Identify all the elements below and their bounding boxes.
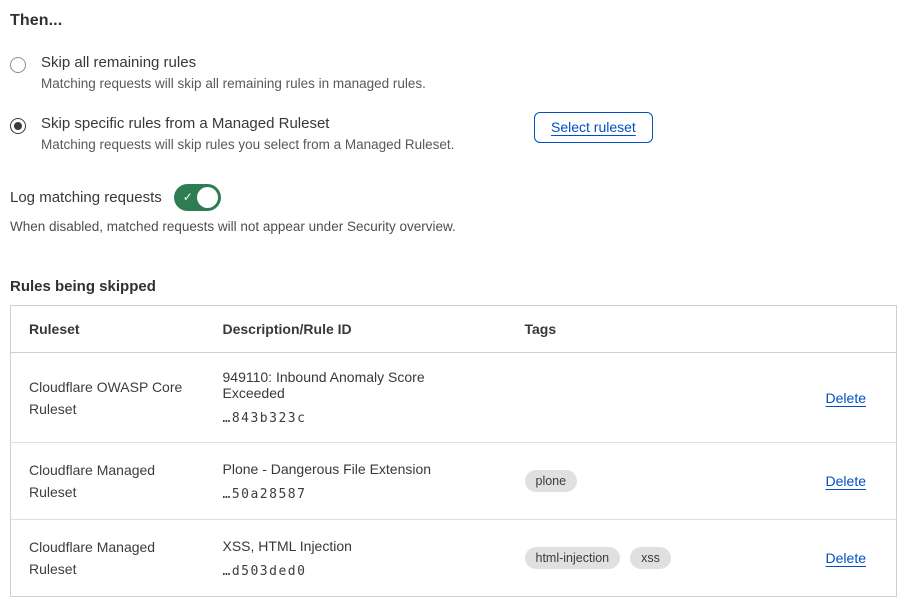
row-description: 949110: Inbound Anomaly Score Exceeded xyxy=(223,369,489,401)
select-ruleset-button[interactable]: Select ruleset xyxy=(534,112,653,143)
check-icon: ✓ xyxy=(183,189,193,205)
option-skip-specific-description: Matching requests will skip rules you se… xyxy=(41,137,493,152)
rules-being-skipped-table: Ruleset Description/Rule ID Tags Cloudfl… xyxy=(10,305,897,597)
option-skip-specific-label[interactable]: Skip specific rules from a Managed Rules… xyxy=(41,115,493,132)
row-description: XSS, HTML Injection xyxy=(223,538,489,554)
radio-skip-all-rules[interactable] xyxy=(10,57,26,73)
row-rule-id: …50a28587 xyxy=(223,487,489,502)
tag-pill: plone xyxy=(525,470,578,492)
row-tags: html-injection xss xyxy=(525,547,759,569)
log-toggle-description: When disabled, matched requests will not… xyxy=(10,219,897,234)
option-skip-specific-rules: Skip specific rules from a Managed Rules… xyxy=(10,115,897,152)
rules-table-heading: Rules being skipped xyxy=(10,278,897,295)
table-row: Cloudflare Managed Ruleset Plone - Dange… xyxy=(11,443,897,520)
waf-rule-editor: Then... Skip all remaining rules Matchin… xyxy=(0,0,911,597)
row-description: Plone - Dangerous File Extension xyxy=(223,461,489,477)
table-row: Cloudflare OWASP Core Ruleset 949110: In… xyxy=(11,353,897,443)
row-rule-id: …d503ded0 xyxy=(223,564,489,579)
column-header-ruleset: Ruleset xyxy=(11,306,205,353)
table-header-row: Ruleset Description/Rule ID Tags xyxy=(11,306,897,353)
option-skip-all-label[interactable]: Skip all remaining rules xyxy=(41,54,426,71)
column-header-tags: Tags xyxy=(507,306,777,353)
row-ruleset: Cloudflare Managed Ruleset xyxy=(29,459,187,503)
log-matching-requests-label: Log matching requests xyxy=(10,189,162,206)
row-rule-id: …843b323c xyxy=(223,411,489,426)
column-header-description: Description/Rule ID xyxy=(205,306,507,353)
tag-pill: xss xyxy=(630,547,671,569)
then-heading: Then... xyxy=(10,12,897,30)
table-row: Cloudflare Managed Ruleset XSS, HTML Inj… xyxy=(11,520,897,597)
log-matching-requests-row: Log matching requests ✓ xyxy=(10,184,897,211)
column-header-action xyxy=(777,306,897,353)
radio-skip-specific-rules[interactable] xyxy=(10,118,26,134)
rules-table-body: Cloudflare OWASP Core Ruleset 949110: In… xyxy=(11,353,897,597)
delete-link[interactable]: Delete xyxy=(826,473,866,489)
delete-link[interactable]: Delete xyxy=(826,390,866,406)
tag-pill: html-injection xyxy=(525,547,621,569)
toggle-knob xyxy=(197,187,218,208)
row-tags: plone xyxy=(525,470,759,492)
row-ruleset: Cloudflare OWASP Core Ruleset xyxy=(29,376,187,420)
log-matching-requests-toggle[interactable]: ✓ xyxy=(174,184,221,211)
delete-link[interactable]: Delete xyxy=(826,550,866,566)
option-skip-all-rules: Skip all remaining rules Matching reques… xyxy=(10,54,897,91)
option-skip-all-description: Matching requests will skip all remainin… xyxy=(41,76,426,91)
row-ruleset: Cloudflare Managed Ruleset xyxy=(29,536,187,580)
